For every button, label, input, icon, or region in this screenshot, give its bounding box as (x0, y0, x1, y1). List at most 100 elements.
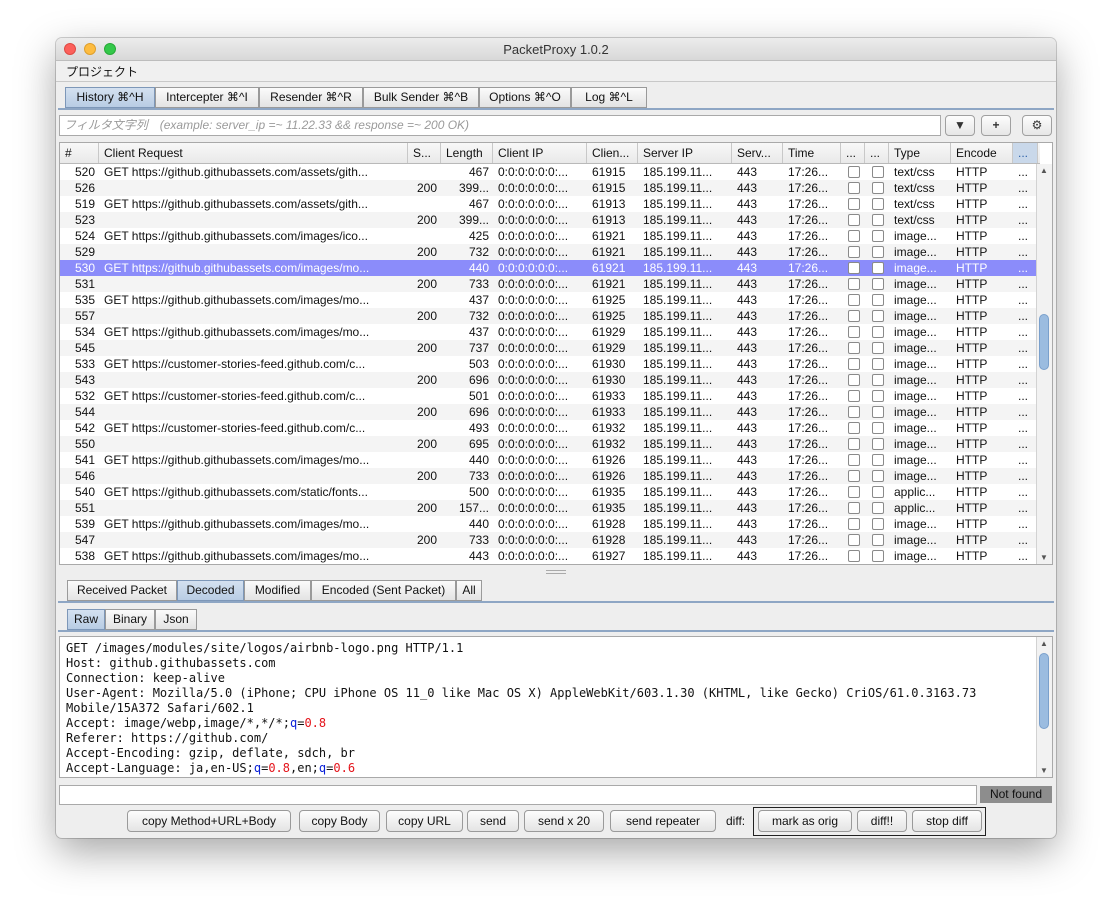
row-checkbox-b[interactable] (872, 310, 884, 322)
row-checkbox-a[interactable] (848, 390, 860, 402)
tab-intercepter[interactable]: Intercepter ⌘^I (155, 87, 259, 108)
row-checkbox-a[interactable] (848, 486, 860, 498)
row-checkbox-a[interactable] (848, 470, 860, 482)
scroll-up-icon[interactable]: ▲ (1040, 166, 1048, 175)
row-checkbox-a[interactable] (848, 422, 860, 434)
column-header-number[interactable]: # (60, 143, 99, 163)
raw-scrollbar[interactable]: ▲ ▼ (1036, 637, 1052, 777)
row-checkbox-a[interactable] (848, 278, 860, 290)
row-checkbox-b[interactable] (872, 390, 884, 402)
column-header-encode[interactable]: Encode (951, 143, 1013, 163)
menu-project[interactable]: プロジェクト (66, 63, 138, 80)
row-checkbox-a[interactable] (848, 374, 860, 386)
row-checkbox-b[interactable] (872, 278, 884, 290)
table-row[interactable]: 557 200 732 0:0:0:0:0:0:... 61925 185.199.11.… (60, 308, 1038, 324)
tab-binary[interactable]: Binary (105, 609, 155, 630)
table-row[interactable]: 538 GET https://github.githubassets.com/i… (60, 548, 1038, 564)
table-row[interactable]: 533 GET https://customer-stories-feed.git… (60, 356, 1038, 372)
row-checkbox-a[interactable] (848, 310, 860, 322)
row-checkbox-b[interactable] (872, 294, 884, 306)
row-checkbox-b[interactable] (872, 230, 884, 242)
row-checkbox-b[interactable] (872, 550, 884, 562)
table-row[interactable]: 532 GET https://customer-stories-feed.git… (60, 388, 1038, 404)
row-checkbox-a[interactable] (848, 214, 860, 226)
table-row[interactable]: 534 GET https://github.githubassets.com/i… (60, 324, 1038, 340)
send-repeater-button[interactable]: send repeater (610, 810, 716, 832)
table-row[interactable]: 540 GET https://github.githubassets.com/s… (60, 484, 1038, 500)
table-row[interactable]: 546 200 733 0:0:0:0:0:0:... 61926 185.199.11.… (60, 468, 1038, 484)
diff-button[interactable]: diff!! (857, 810, 907, 832)
tab-resender[interactable]: Resender ⌘^R (259, 87, 363, 108)
search-input[interactable] (59, 785, 977, 805)
table-row[interactable]: 547 200 733 0:0:0:0:0:0:... 61928 185.199.11.… (60, 532, 1038, 548)
row-checkbox-a[interactable] (848, 454, 860, 466)
table-row[interactable]: 524 GET https://github.githubassets.com/i… (60, 228, 1038, 244)
pane-splitter[interactable] (56, 567, 1056, 575)
table-row[interactable]: 523 200 399... 0:0:0:0:0:0:... 61913 185.199.… (60, 212, 1038, 228)
row-checkbox-b[interactable] (872, 438, 884, 450)
column-header-length[interactable]: Length (441, 143, 493, 163)
copy-method-url-body-button[interactable]: copy Method+URL+Body (127, 810, 291, 832)
column-header-flag-a[interactable]: ... (841, 143, 865, 163)
table-row[interactable]: 545 200 737 0:0:0:0:0:0:... 61929 185.199.11.… (60, 340, 1038, 356)
table-row[interactable]: 531 200 733 0:0:0:0:0:0:... 61921 185.199.11.… (60, 276, 1038, 292)
row-checkbox-b[interactable] (872, 422, 884, 434)
column-header-client-ip[interactable]: Client IP (493, 143, 587, 163)
tab-history[interactable]: History ⌘^H (65, 87, 155, 108)
table-row[interactable]: 535 GET https://github.githubassets.com/i… (60, 292, 1038, 308)
row-checkbox-b[interactable] (872, 246, 884, 258)
column-header-extra[interactable]: ... (1013, 143, 1038, 163)
row-checkbox-a[interactable] (848, 246, 860, 258)
copy-url-button[interactable]: copy URL (386, 810, 463, 832)
tab-encoded-sent-packet[interactable]: Encoded (Sent Packet) (311, 580, 456, 601)
raw-packet-text[interactable]: GET /images/modules/site/logos/airbnb-lo… (66, 641, 1036, 776)
row-checkbox-b[interactable] (872, 342, 884, 354)
tab-log[interactable]: Log ⌘^L (571, 87, 647, 108)
scroll-down-icon[interactable]: ▼ (1040, 766, 1048, 775)
row-checkbox-a[interactable] (848, 182, 860, 194)
scrollbar-thumb[interactable] (1039, 653, 1049, 729)
row-checkbox-a[interactable] (848, 518, 860, 530)
add-filter-button[interactable]: + (981, 115, 1011, 136)
row-checkbox-a[interactable] (848, 294, 860, 306)
table-row[interactable]: 541 GET https://github.githubassets.com/i… (60, 452, 1038, 468)
filter-input[interactable]: フィルタ文字列 (example: server_ip =~ 11.22.33 … (59, 115, 941, 136)
column-header-client-port[interactable]: Clien... (587, 143, 638, 163)
row-checkbox-b[interactable] (872, 262, 884, 274)
row-checkbox-b[interactable] (872, 166, 884, 178)
tab-decoded[interactable]: Decoded (177, 580, 244, 601)
scroll-down-icon[interactable]: ▼ (1040, 553, 1048, 562)
tab-received-packet[interactable]: Received Packet (67, 580, 177, 601)
column-header-server-ip[interactable]: Server IP (638, 143, 732, 163)
tab-modified[interactable]: Modified (244, 580, 311, 601)
column-header-type[interactable]: Type (889, 143, 951, 163)
row-checkbox-a[interactable] (848, 198, 860, 210)
scrollbar-thumb[interactable] (1039, 314, 1049, 370)
column-header-server-port[interactable]: Serv... (732, 143, 783, 163)
splitter-grip-icon[interactable] (546, 570, 566, 574)
row-checkbox-b[interactable] (872, 214, 884, 226)
row-checkbox-b[interactable] (872, 198, 884, 210)
send-button[interactable]: send (467, 810, 519, 832)
table-row[interactable]: 529 200 732 0:0:0:0:0:0:... 61921 185.199.11.… (60, 244, 1038, 260)
table-row[interactable]: 544 200 696 0:0:0:0:0:0:... 61933 185.199.11.… (60, 404, 1038, 420)
row-checkbox-b[interactable] (872, 326, 884, 338)
table-row[interactable]: 526 200 399... 0:0:0:0:0:0:... 61915 185.199.… (60, 180, 1038, 196)
row-checkbox-b[interactable] (872, 534, 884, 546)
row-checkbox-b[interactable] (872, 486, 884, 498)
raw-packet-view[interactable]: GET /images/modules/site/logos/airbnb-lo… (59, 636, 1053, 778)
row-checkbox-a[interactable] (848, 438, 860, 450)
filter-dropdown-button[interactable]: ▼ (945, 115, 975, 136)
table-row[interactable]: 550 200 695 0:0:0:0:0:0:... 61932 185.199.11.… (60, 436, 1038, 452)
row-checkbox-a[interactable] (848, 502, 860, 514)
column-header-client-request[interactable]: Client Request (99, 143, 408, 163)
row-checkbox-b[interactable] (872, 518, 884, 530)
table-row[interactable]: 542 GET https://customer-stories-feed.git… (60, 420, 1038, 436)
table-row[interactable]: 520 GET https://github.githubassets.com/a… (60, 164, 1038, 180)
tab-json[interactable]: Json (155, 609, 197, 630)
table-scrollbar[interactable]: ▲ ▼ (1036, 164, 1052, 564)
scroll-up-icon[interactable]: ▲ (1040, 639, 1048, 648)
table-row[interactable]: 519 GET https://github.githubassets.com/a… (60, 196, 1038, 212)
row-checkbox-b[interactable] (872, 454, 884, 466)
row-checkbox-a[interactable] (848, 358, 860, 370)
